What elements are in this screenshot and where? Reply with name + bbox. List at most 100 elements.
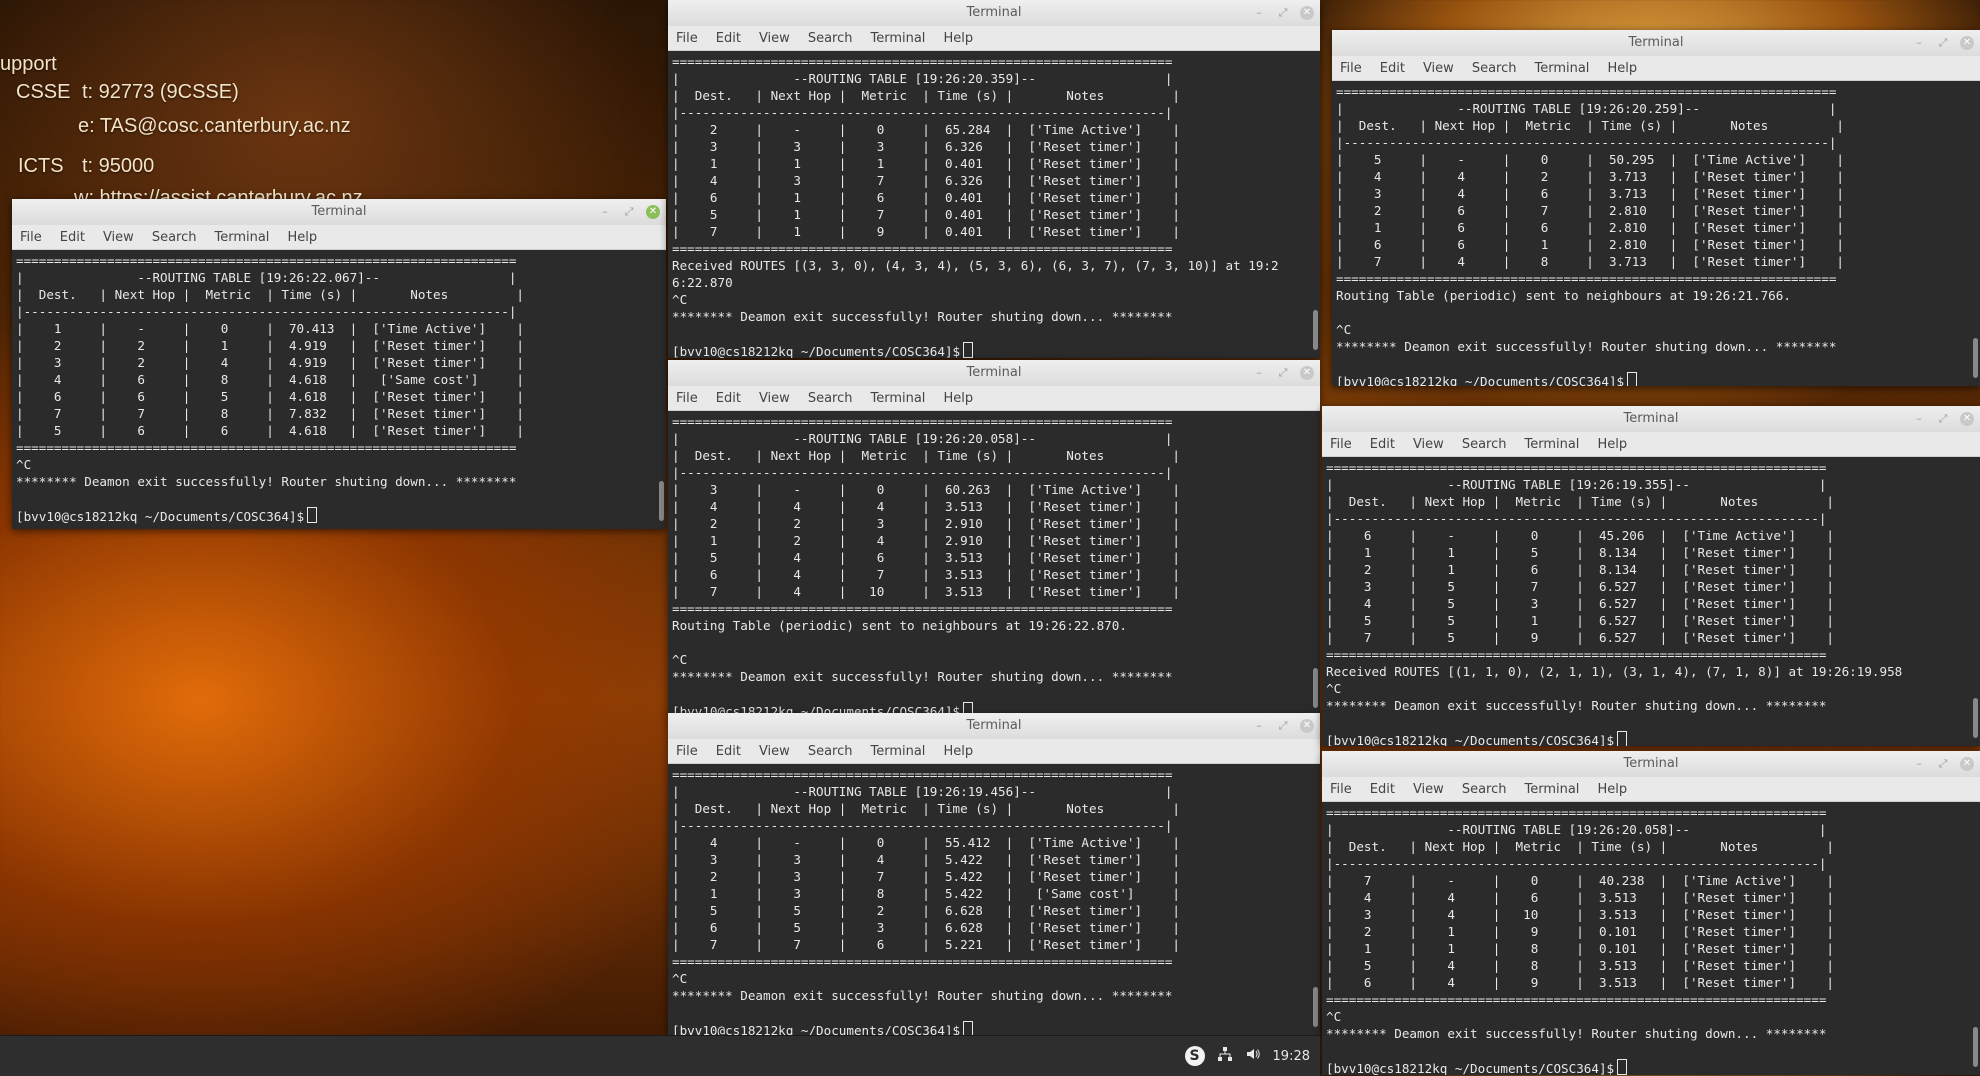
menu-item-terminal[interactable]: Terminal [870, 391, 925, 406]
menu-item-file[interactable]: File [20, 230, 42, 245]
menu-item-terminal[interactable]: Terminal [870, 744, 925, 759]
close-icon[interactable]: ✕ [1300, 719, 1314, 733]
menu-item-search[interactable]: Search [1462, 437, 1507, 452]
scrollbar[interactable] [1313, 987, 1318, 1027]
maximize-icon[interactable]: ⤢ [1276, 366, 1290, 380]
menu-item-edit[interactable]: Edit [716, 31, 741, 46]
maximize-icon[interactable]: ⤢ [622, 205, 636, 219]
menu-item-edit[interactable]: Edit [60, 230, 85, 245]
prompt-line[interactable]: [bvv10@cs18212kq ~/Documents/COSC364]$ [1326, 1059, 1976, 1075]
menu-item-terminal[interactable]: Terminal [1524, 782, 1579, 797]
prompt-line[interactable]: [bvv10@cs18212kq ~/Documents/COSC364]$ [672, 1021, 1316, 1035]
scrollbar[interactable] [1973, 698, 1978, 738]
menu-item-search[interactable]: Search [808, 391, 853, 406]
menu-item-help[interactable]: Help [943, 744, 973, 759]
menu-item-view[interactable]: View [759, 391, 790, 406]
scrollbar[interactable] [1313, 310, 1318, 350]
menu-item-search[interactable]: Search [808, 744, 853, 759]
menu-item-search[interactable]: Search [152, 230, 197, 245]
menu-item-help[interactable]: Help [1597, 782, 1627, 797]
prompt-line[interactable]: [bvv10@cs18212kq ~/Documents/COSC364]$ [16, 507, 662, 525]
window-titlebar[interactable]: Terminal – ⤢ ✕ [668, 0, 1320, 26]
maximize-icon[interactable]: ⤢ [1276, 719, 1290, 733]
menu-item-file[interactable]: File [676, 31, 698, 46]
prompt-line[interactable]: [bvv10@cs18212kq ~/Documents/COSC364]$ [672, 342, 1316, 358]
menu-item-edit[interactable]: Edit [1370, 437, 1395, 452]
menu-item-view[interactable]: View [1423, 61, 1454, 76]
menu-item-view[interactable]: View [103, 230, 134, 245]
menu-item-help[interactable]: Help [1597, 437, 1627, 452]
window-titlebar[interactable]: Terminal – ⤢ ✕ [12, 199, 666, 225]
window-titlebar[interactable]: Terminal – ⤢ ✕ [1322, 406, 1980, 432]
minimize-icon[interactable]: – [1252, 719, 1266, 733]
network-icon[interactable] [1217, 1046, 1233, 1066]
scrollbar[interactable] [1973, 338, 1978, 378]
menu-item-search[interactable]: Search [1472, 61, 1517, 76]
maximize-icon[interactable]: ⤢ [1936, 757, 1950, 771]
menu-item-edit[interactable]: Edit [1380, 61, 1405, 76]
terminal-window-2[interactable]: Terminal – ⤢ ✕ File Edit View Search Terminal Hel… [668, 0, 1320, 358]
terminal-output[interactable]: ========================================… [1322, 802, 1980, 1075]
close-icon[interactable]: ✕ [1300, 6, 1314, 20]
close-icon[interactable]: ✕ [1300, 366, 1314, 380]
window-titlebar[interactable]: Terminal – ⤢ ✕ [668, 360, 1320, 386]
close-icon[interactable]: ✕ [646, 205, 660, 219]
minimize-icon[interactable]: – [1252, 366, 1266, 380]
menu-item-edit[interactable]: Edit [716, 744, 741, 759]
terminal-window-4[interactable]: Terminal – ⤢ ✕ File Edit View Search Terminal Hel… [668, 713, 1320, 1035]
maximize-icon[interactable]: ⤢ [1936, 412, 1950, 426]
close-icon[interactable]: ✕ [1960, 757, 1974, 771]
menu-item-view[interactable]: View [1413, 437, 1444, 452]
menu-item-edit[interactable]: Edit [1370, 782, 1395, 797]
menu-item-view[interactable]: View [759, 744, 790, 759]
window-titlebar[interactable]: Terminal – ⤢ ✕ [1322, 751, 1980, 777]
scrollbar[interactable] [1973, 1027, 1978, 1067]
menu-item-help[interactable]: Help [943, 391, 973, 406]
terminal-output[interactable]: ========================================… [1322, 457, 1980, 746]
terminal-output[interactable]: ========================================… [1332, 81, 1980, 386]
menu-item-terminal[interactable]: Terminal [1524, 437, 1579, 452]
menu-item-view[interactable]: View [759, 31, 790, 46]
minimize-icon[interactable]: – [1912, 757, 1926, 771]
terminal-output[interactable]: ========================================… [668, 411, 1320, 716]
maximize-icon[interactable]: ⤢ [1936, 36, 1950, 50]
scrollbar[interactable] [1313, 668, 1318, 708]
terminal-window-6[interactable]: Terminal – ⤢ ✕ File Edit View Search Terminal Hel… [1322, 406, 1980, 746]
scrollbar[interactable] [659, 481, 664, 521]
terminal-output[interactable]: ========================================… [668, 764, 1320, 1035]
menu-item-terminal[interactable]: Terminal [870, 31, 925, 46]
terminal-output[interactable]: ========================================… [12, 250, 666, 527]
menu-item-search[interactable]: Search [1462, 782, 1507, 797]
menu-item-file[interactable]: File [1330, 437, 1352, 452]
minimize-icon[interactable]: – [1912, 36, 1926, 50]
minimize-icon[interactable]: – [1252, 6, 1266, 20]
terminal-window-1[interactable]: Terminal – ⤢ ✕ File Edit View Search Terminal Hel… [12, 199, 666, 529]
prompt-line[interactable]: [bvv10@cs18212kq ~/Documents/COSC364]$ [1326, 731, 1976, 746]
prompt-line[interactable]: [bvv10@cs18212kq ~/Documents/COSC364]$ [1336, 372, 1976, 386]
terminal-output[interactable]: ========================================… [668, 51, 1320, 358]
volume-icon[interactable] [1245, 1046, 1261, 1066]
terminal-window-3[interactable]: Terminal – ⤢ ✕ File Edit View Search Terminal Hel… [668, 360, 1320, 716]
menu-item-help[interactable]: Help [943, 31, 973, 46]
skype-icon[interactable]: S [1184, 1046, 1205, 1066]
close-icon[interactable]: ✕ [1960, 412, 1974, 426]
menu-item-view[interactable]: View [1413, 782, 1444, 797]
maximize-icon[interactable]: ⤢ [1276, 6, 1290, 20]
close-icon[interactable]: ✕ [1960, 36, 1974, 50]
menu-item-file[interactable]: File [1330, 782, 1352, 797]
window-titlebar[interactable]: Terminal – ⤢ ✕ [668, 713, 1320, 739]
terminal-window-5[interactable]: Terminal – ⤢ ✕ File Edit View Search Terminal Hel… [1332, 30, 1980, 386]
clock[interactable]: 19:28 [1273, 1049, 1310, 1064]
minimize-icon[interactable]: – [598, 205, 612, 219]
window-titlebar[interactable]: Terminal – ⤢ ✕ [1332, 30, 1980, 56]
menu-item-search[interactable]: Search [808, 31, 853, 46]
menu-item-terminal[interactable]: Terminal [214, 230, 269, 245]
minimize-icon[interactable]: – [1912, 412, 1926, 426]
menu-item-file[interactable]: File [676, 391, 698, 406]
menu-item-help[interactable]: Help [1607, 61, 1637, 76]
menu-item-terminal[interactable]: Terminal [1534, 61, 1589, 76]
menu-item-file[interactable]: File [1340, 61, 1362, 76]
menu-item-edit[interactable]: Edit [716, 391, 741, 406]
menu-item-help[interactable]: Help [287, 230, 317, 245]
terminal-window-7[interactable]: Terminal – ⤢ ✕ File Edit View Search Terminal Hel… [1322, 751, 1980, 1075]
